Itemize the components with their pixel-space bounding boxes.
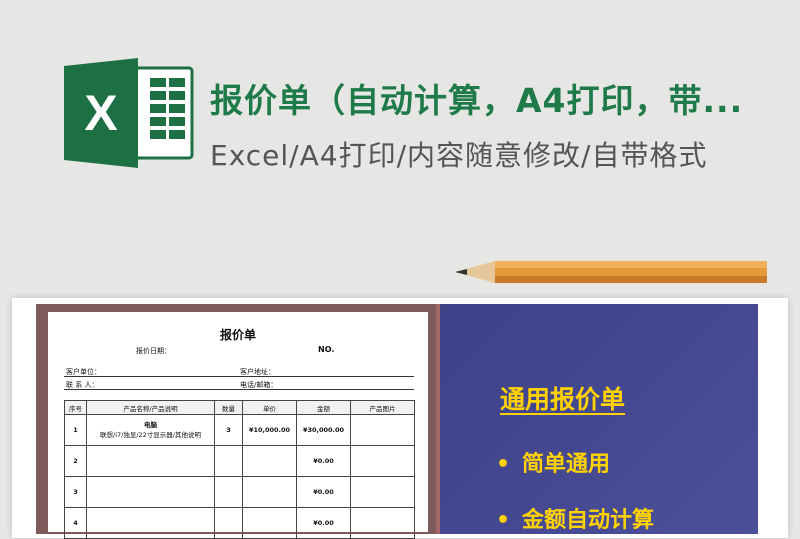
amount-cell: ¥30,000.00 — [296, 414, 351, 446]
row-number: 4 — [64, 507, 87, 539]
image-cell — [350, 445, 415, 477]
column-header: 金额 — [296, 400, 351, 415]
price-cell — [242, 476, 297, 508]
bullet-text: 金额自动计算 — [522, 508, 655, 533]
excel-logo-icon: X — [64, 58, 194, 168]
table-row: 2 ¥0.00 — [64, 445, 415, 477]
price-cell: ¥10,000.00 — [242, 414, 297, 446]
price-cell — [242, 507, 297, 539]
product-desc: 联想/i7/独显/22寸显示器/其他说明 — [100, 431, 201, 439]
row-number: 2 — [64, 445, 87, 477]
page-subtitle: Excel/A4打印/内容随意修改/自带格式 — [210, 139, 708, 172]
items-table: 序号 产品名称/产品说明 数量 单价 金额 产品图片 1 电脑 联想/i7/独显… — [64, 400, 415, 539]
amount-cell: ¥0.00 — [296, 476, 351, 508]
column-header: 序号 — [64, 400, 87, 415]
bullet-dot: • — [496, 452, 511, 477]
row-number: 1 — [64, 414, 87, 446]
image-cell — [350, 476, 415, 508]
product-cell — [86, 507, 215, 539]
sheet-title: 报价单 — [219, 328, 256, 342]
qty-cell — [214, 507, 243, 539]
price-cell — [242, 445, 297, 477]
product-cell: 电脑 联想/i7/独显/22寸显示器/其他说明 — [86, 414, 215, 446]
table-row: 1 电脑 联想/i7/独显/22寸显示器/其他说明 3 ¥10,000.00 ¥… — [64, 414, 415, 446]
product-cell — [86, 445, 215, 477]
divider — [64, 389, 414, 390]
amount-cell: ¥0.00 — [296, 507, 351, 539]
column-header: 数量 — [214, 400, 243, 415]
divider — [64, 376, 414, 377]
promo-headline: 通用报价单 — [500, 385, 626, 414]
column-header: 产品图片 — [350, 400, 415, 415]
amount-cell: ¥0.00 — [296, 445, 351, 477]
product-name: 电脑 — [144, 421, 157, 429]
row-number: 3 — [64, 476, 87, 508]
bullet-text: 简单通用 — [522, 452, 611, 477]
product-cell — [86, 476, 215, 508]
image-cell — [350, 507, 415, 539]
promo-bullet: • 金额自动计算 — [496, 502, 654, 534]
table-row: 3 ¥0.00 — [64, 476, 415, 508]
qty-cell — [214, 445, 243, 477]
table-header-row: 序号 产品名称/产品说明 数量 单价 金额 产品图片 — [64, 400, 415, 415]
table-row: 4 ¥0.00 — [64, 507, 415, 539]
bullet-dot: • — [496, 508, 511, 533]
qty-cell — [214, 476, 243, 508]
quotation-sheet: 报价单 报价日期： NO. 客户单位： 客户地址： 联 系 人： 电话/邮箱： … — [48, 312, 428, 539]
qty-cell: 3 — [214, 414, 243, 446]
no-label: NO. — [318, 345, 335, 354]
promo-bullet: • 简单通用 — [496, 446, 610, 478]
column-header: 产品名称/产品说明 — [86, 400, 215, 415]
date-label: 报价日期： — [136, 347, 171, 355]
column-header: 单价 — [242, 400, 297, 415]
excel-logo-letter: X — [84, 85, 117, 141]
page-title: 报价单（自动计算，A4打印，带... — [210, 81, 744, 120]
image-cell — [350, 414, 415, 446]
pencil-icon — [455, 261, 767, 283]
